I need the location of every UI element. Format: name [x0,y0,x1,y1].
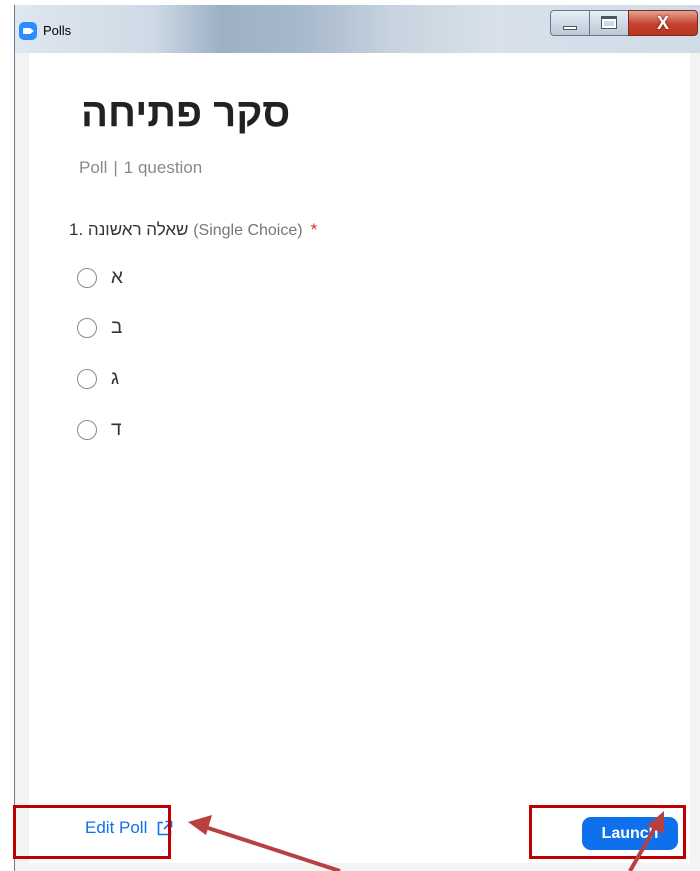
answer-option[interactable]: ד [77,415,122,445]
question-number: 1. [69,220,84,239]
maximize-button[interactable] [589,10,629,36]
radio-button[interactable] [77,268,97,288]
title-bar[interactable]: Polls X [15,5,700,53]
answer-option[interactable]: ב [77,313,122,343]
close-button[interactable]: X [628,10,698,36]
launch-highlight [529,805,686,859]
option-label: ב [111,317,123,338]
required-marker: * [310,220,318,239]
poll-type: Poll [79,158,108,177]
maximize-icon [601,16,617,29]
poll-meta: Poll | 1 question [79,158,202,178]
close-icon: X [656,13,669,33]
window-title: Polls [43,23,72,38]
radio-button[interactable] [77,318,97,338]
question-text: שאלה ראשונה [87,220,189,239]
radio-button[interactable] [77,369,97,389]
question-heading: 1. שאלה ראשונה (Single Choice) * [69,220,317,240]
edit-poll-highlight [13,805,171,859]
zoom-app-icon [19,22,37,40]
meta-separator: | [113,158,118,177]
option-label: ד [111,419,122,440]
polls-window: Polls X סקר פתיחה Poll | 1 question 1. שאל… [14,5,700,871]
question-count: 1 question [123,158,203,177]
poll-title: סקר פתיחה [81,91,291,135]
answer-option[interactable]: א [77,263,123,293]
answer-option[interactable]: ג [77,364,119,394]
radio-button[interactable] [77,420,97,440]
option-label: א [111,267,123,288]
question-type: (Single Choice) [193,222,303,239]
poll-content: סקר פתיחה Poll | 1 question 1. שאלה ראשונה… [29,53,690,863]
minimize-icon [563,26,577,30]
minimize-button[interactable] [550,10,590,36]
option-label: ג [111,368,120,389]
